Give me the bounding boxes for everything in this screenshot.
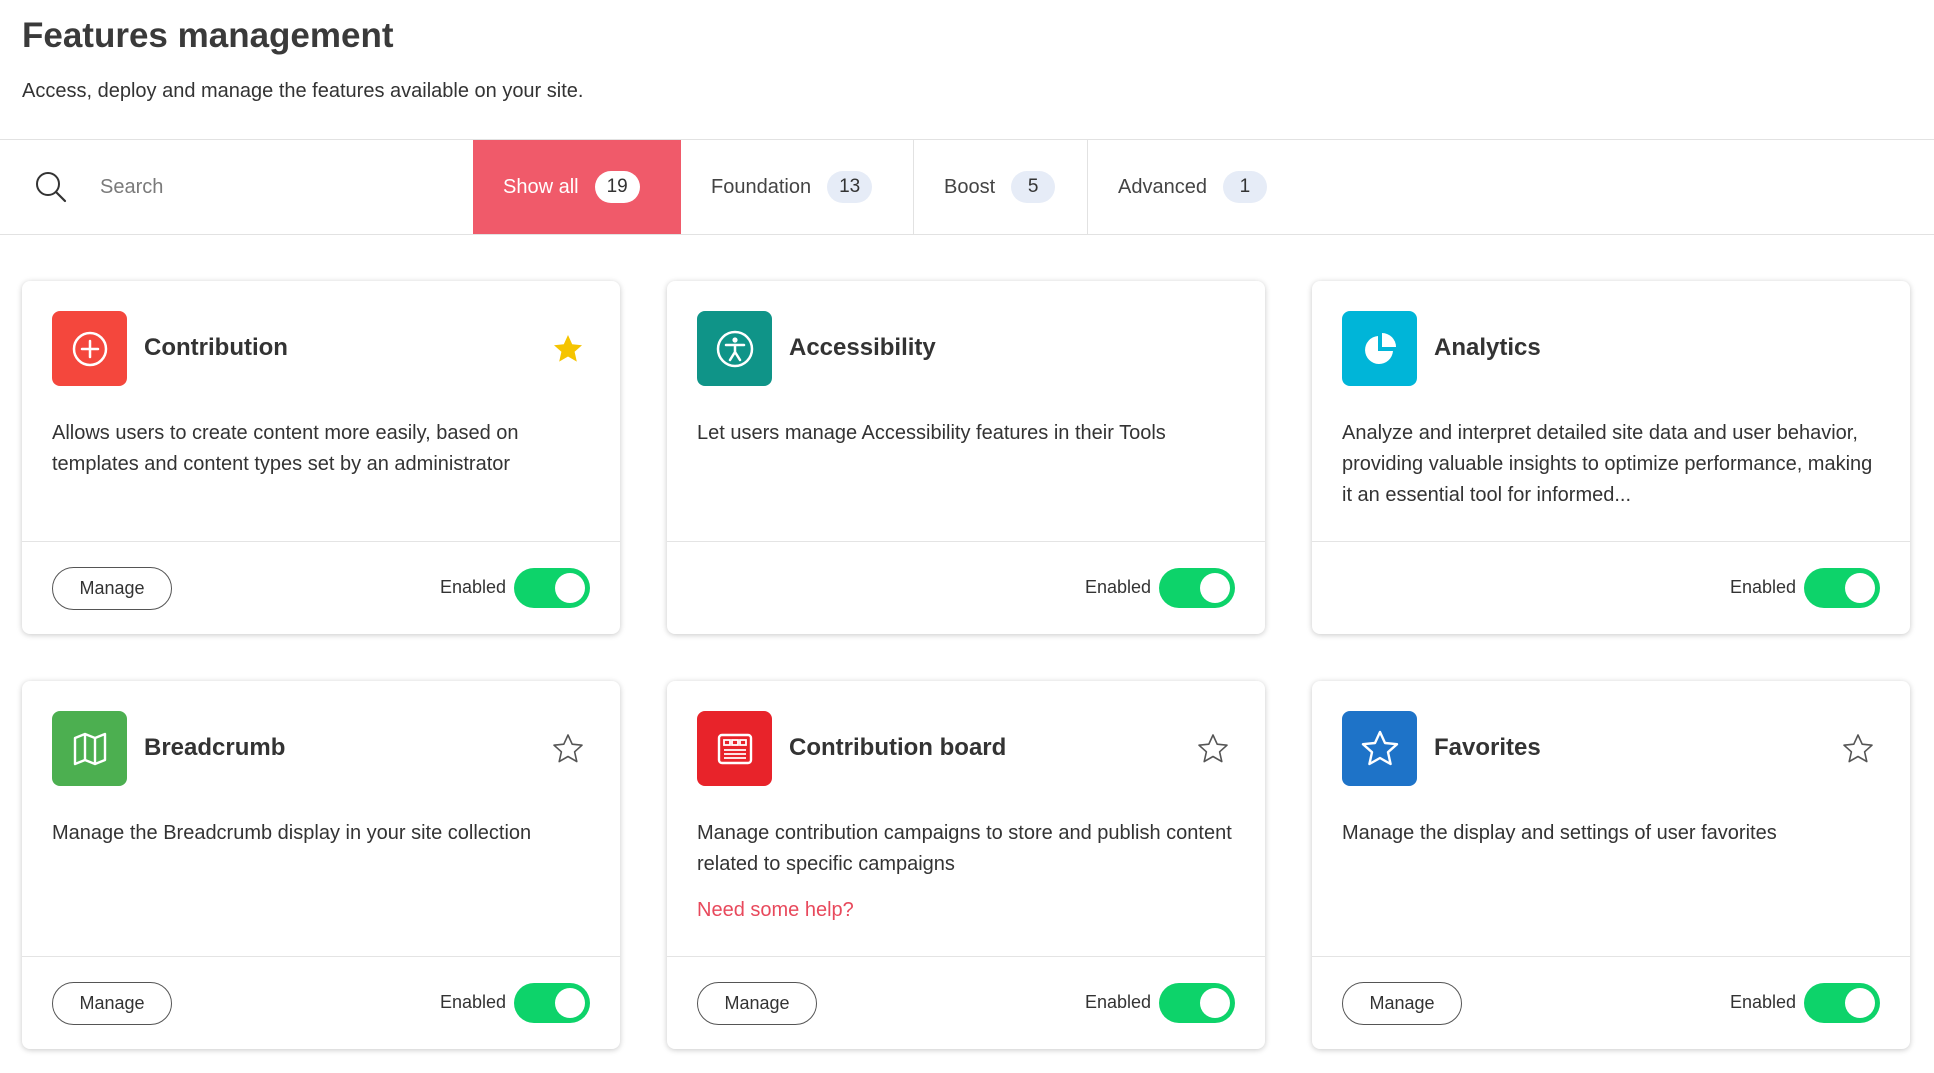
feature-card-accessibility: Accessibility Let users manage Accessibi… [667, 281, 1265, 634]
board-icon [717, 733, 752, 764]
star-filled-icon[interactable] [552, 333, 584, 365]
manage-button[interactable]: Manage [1342, 982, 1462, 1025]
feature-title: Favorites [1434, 734, 1541, 761]
pie-chart-icon [1364, 332, 1396, 364]
feature-card-favorites: Favorites Manage the display and setting… [1312, 681, 1910, 1049]
tab-label: Foundation [711, 175, 812, 198]
search-input[interactable] [100, 175, 440, 199]
help-link[interactable]: Need some help? [697, 899, 854, 922]
tab-label: Boost [944, 175, 996, 198]
feature-title: Contribution board [789, 734, 1007, 761]
enabled-toggle[interactable] [1159, 568, 1235, 608]
tab-boost[interactable]: Boost 5 [914, 140, 1088, 234]
page-title: Features management [22, 16, 394, 55]
star-icon [1361, 730, 1398, 765]
manage-button[interactable]: Manage [52, 567, 172, 610]
status-label: Enabled [1084, 577, 1151, 597]
feature-icon-tile [697, 311, 772, 386]
star-outline-icon[interactable] [552, 733, 584, 765]
feature-card-contribution: Contribution Allows users to create cont… [22, 281, 620, 634]
tab-count-badge: 5 [1011, 171, 1056, 203]
feature-card-breadcrumb: Breadcrumb Manage the Breadcrumb display… [22, 681, 620, 1049]
star-outline-icon[interactable] [1842, 733, 1874, 765]
tab-show-all[interactable]: Show all 19 [473, 140, 681, 234]
tab-count-badge: 19 [594, 171, 640, 203]
feature-icon-tile [697, 711, 772, 786]
feature-icon-tile [1342, 311, 1417, 386]
feature-description: Analyze and interpret detailed site data… [1342, 422, 1873, 506]
search-box[interactable] [0, 140, 473, 234]
feature-icon-tile [52, 711, 127, 786]
accessibility-icon [716, 330, 753, 367]
enabled-toggle[interactable] [1804, 568, 1880, 608]
tab-advanced[interactable]: Advanced 1 [1088, 140, 1297, 234]
tab-count-badge: 1 [1222, 171, 1267, 203]
feature-description: Allows users to create content more easi… [52, 422, 519, 475]
feature-description: Manage contribution campaigns to store a… [697, 822, 1232, 875]
star-outline-icon[interactable] [1197, 733, 1229, 765]
feature-title: Contribution [144, 334, 288, 361]
tab-label: Show all [503, 175, 579, 198]
status-label: Enabled [439, 992, 506, 1012]
enabled-toggle[interactable] [1159, 983, 1235, 1023]
manage-button[interactable]: Manage [52, 982, 172, 1025]
plus-circle-icon [72, 331, 107, 366]
feature-title: Analytics [1434, 334, 1541, 361]
feature-card-contribution-board: Contribution board Manage contribution c… [667, 681, 1265, 1049]
enabled-toggle[interactable] [514, 983, 590, 1023]
tab-label: Advanced [1118, 175, 1207, 198]
feature-title: Breadcrumb [144, 734, 286, 761]
feature-card-analytics: Analytics Analyze and interpret detailed… [1312, 281, 1910, 634]
tab-foundation[interactable]: Foundation 13 [681, 140, 914, 234]
feature-icon-tile [1342, 711, 1417, 786]
feature-description: Let users manage Accessibility features … [697, 422, 1166, 444]
search-icon [36, 172, 67, 203]
feature-description: Manage the Breadcrumb display in your si… [52, 822, 532, 844]
filter-bar: Show all 19 Foundation 13 Boost 5 Advanc… [0, 139, 1934, 235]
status-label: Enabled [439, 577, 506, 597]
page-subtitle: Access, deploy and manage the features a… [22, 80, 584, 102]
manage-button[interactable]: Manage [697, 982, 817, 1025]
enabled-toggle[interactable] [514, 568, 590, 608]
feature-description: Manage the display and settings of user … [1342, 822, 1777, 844]
status-label: Enabled [1084, 992, 1151, 1012]
status-label: Enabled [1729, 577, 1796, 597]
map-icon [73, 732, 106, 765]
enabled-toggle[interactable] [1804, 983, 1880, 1023]
feature-title: Accessibility [789, 334, 936, 361]
feature-icon-tile [52, 311, 127, 386]
tab-count-badge: 13 [827, 171, 873, 203]
status-label: Enabled [1729, 992, 1796, 1012]
